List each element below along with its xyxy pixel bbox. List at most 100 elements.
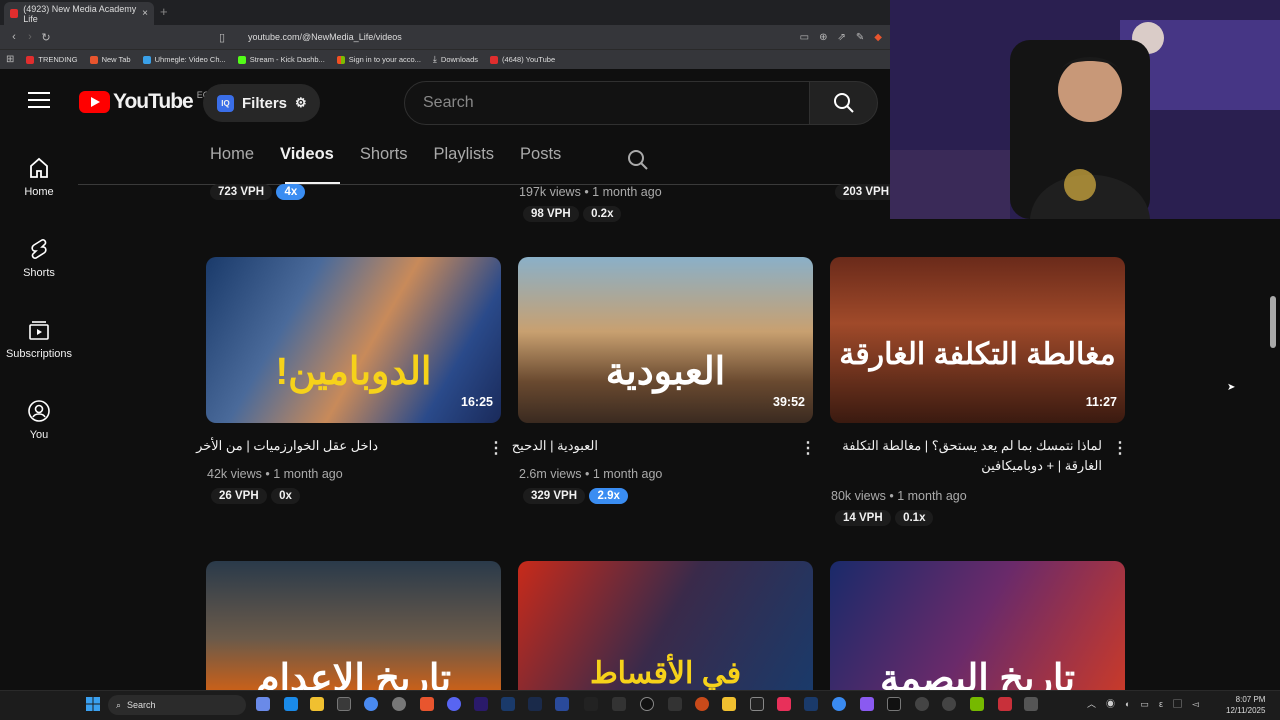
brave-shield-icon[interactable]: ◆ [874, 32, 882, 43]
bookmark-downloads[interactable]: ⤓ Downloads [433, 54, 478, 65]
share-icon[interactable]: ⇗ [838, 32, 846, 43]
zoom-icon[interactable]: ⊕ [819, 32, 827, 43]
upload-age: 1 month ago [273, 467, 343, 481]
search-button[interactable] [809, 81, 878, 125]
browser-tab-strip: (4923) New Media Academy Life × + [0, 0, 890, 25]
new-tab-button[interactable]: + [160, 4, 168, 19]
app-4k-2-icon[interactable] [942, 697, 956, 711]
edge-icon[interactable] [284, 697, 298, 711]
browser-tab[interactable]: (4923) New Media Academy Life × [4, 2, 154, 25]
lightroom-icon[interactable] [528, 697, 542, 711]
page-scrollbar[interactable] [1270, 296, 1276, 348]
settings-icon[interactable] [392, 697, 406, 711]
url-field[interactable]: youtube.com/@NewMedia_Life/videos [248, 32, 402, 42]
youtube-icon [490, 55, 499, 64]
taskbar-clock[interactable]: 8:07 PM 12/11/2025 [1226, 694, 1265, 716]
video-thumbnail[interactable]: تاريخ الإعدام [206, 561, 501, 690]
prev-video-2-meta: 197k views • 1 month ago [519, 185, 662, 199]
back-icon[interactable]: ‹ [6, 31, 22, 43]
chrome-icon[interactable] [364, 697, 378, 711]
brave-icon[interactable] [420, 697, 434, 711]
search-input[interactable]: Search [404, 81, 810, 125]
upload-age: 1 month ago [592, 467, 663, 481]
prev-video-3-stats: 203 VPH [835, 182, 898, 200]
tiktok-studio-icon[interactable] [777, 697, 791, 711]
app-le-icon[interactable] [612, 697, 626, 711]
bookmark-label: New Tab [101, 55, 131, 64]
video-stats: 26 VPH 0x [211, 486, 300, 504]
close-tab-icon[interactable]: × [142, 8, 148, 19]
copilot-icon[interactable] [256, 697, 270, 711]
taskbar-search[interactable]: ⌕ Search [108, 695, 246, 715]
tab-playlists[interactable]: Playlists [434, 145, 495, 164]
photoshop-icon[interactable] [501, 697, 515, 711]
reload-icon[interactable]: ↻ [38, 31, 54, 44]
video-title[interactable]: العبودية | الدحيح [338, 436, 598, 456]
sidebar-label: You [29, 429, 49, 441]
sidebar-label: Subscriptions [5, 348, 73, 360]
bookmark-icon[interactable]: ▯ [214, 31, 230, 44]
nvidia-icon[interactable] [970, 697, 984, 711]
app-4k-icon[interactable] [915, 697, 929, 711]
app-purple-icon[interactable] [860, 697, 874, 711]
cast-icon[interactable]: ▭ [800, 32, 809, 43]
app-r-icon[interactable] [722, 697, 736, 711]
channel-search-icon[interactable] [626, 148, 650, 172]
discord-icon[interactable] [447, 697, 461, 711]
thumbnail-text: تاريخ الإعدام [255, 658, 452, 690]
menu-icon[interactable] [28, 92, 50, 112]
premiere-icon[interactable] [474, 697, 488, 711]
system-tray[interactable]: ︿◉◐▭ε▢◅ [1087, 697, 1209, 710]
sidebar-label: Shorts [23, 267, 55, 279]
tiktok-icon[interactable] [887, 697, 901, 711]
app-m-icon[interactable] [750, 697, 764, 711]
mail-icon[interactable] [555, 697, 569, 711]
filters-button[interactable]: IQ Filters ⚙ [203, 84, 320, 122]
bookmark-uhmegle[interactable]: Uhmegle: Video Ch... [142, 55, 226, 64]
windows-start-icon[interactable] [86, 697, 100, 716]
vph-badge: 26 VPH [211, 488, 267, 504]
app-blue-icon[interactable] [832, 697, 846, 711]
more-options-icon[interactable]: ⋮ [1112, 438, 1128, 458]
extensions-icon[interactable]: ✎ [856, 32, 864, 43]
video-title[interactable]: لماذا نتمسك بما لم يعد يستحق؟ | مغالطة ا… [830, 436, 1102, 476]
tab-videos[interactable]: Videos [280, 145, 334, 164]
firefox-icon[interactable] [695, 697, 709, 711]
app-x-icon[interactable] [998, 697, 1012, 711]
shorts-icon [31, 239, 47, 259]
obs-icon[interactable] [640, 697, 654, 711]
bookmark-label: Uhmegle: Video Ch... [154, 55, 226, 64]
bookmark-youtube[interactable]: (4648) YouTube [490, 55, 555, 64]
video-thumbnail[interactable]: في الأقساط [518, 561, 813, 690]
epic-games-icon[interactable] [668, 697, 682, 711]
sidebar-item-shorts[interactable]: Shorts [0, 237, 78, 279]
bookmark-trending[interactable]: TRENDING [26, 55, 78, 64]
multiplier-badge: 0.1x [895, 510, 934, 526]
bookmark-new-tab[interactable]: New Tab [89, 55, 131, 64]
file-explorer-icon[interactable] [310, 697, 324, 711]
steam-icon[interactable] [804, 697, 818, 711]
view-count: 2.6m views [519, 467, 582, 481]
tab-home[interactable]: Home [210, 145, 254, 164]
bookmark-signin[interactable]: Sign in to your acco... [336, 55, 421, 64]
app-mm-icon[interactable] [584, 697, 598, 711]
sidebar-item-home[interactable]: Home [0, 156, 78, 198]
more-options-icon[interactable]: ⋮ [800, 438, 816, 458]
forward-icon[interactable]: › [22, 31, 38, 43]
tab-shorts[interactable]: Shorts [360, 145, 408, 164]
sidebar-item-subscriptions[interactable]: Subscriptions [0, 318, 78, 360]
store-icon[interactable] [337, 697, 351, 711]
video-thumbnail[interactable]: الدوبامين! 16:25 [206, 257, 501, 423]
sliders-icon: ⚙ [295, 95, 307, 110]
tab-posts[interactable]: Posts [520, 145, 561, 164]
video-thumbnail[interactable]: العبودية 39:52 [518, 257, 813, 423]
sidebar-item-you[interactable]: You [0, 399, 78, 441]
multiplier-badge: 0.2x [583, 206, 622, 222]
bookmark-kick[interactable]: Stream - Kick Dashb... [237, 55, 325, 64]
prev-video-1-stats: 723 VPH 4x [210, 182, 306, 200]
youtube-logo[interactable]: YouTube EG [79, 90, 210, 114]
video-thumbnail[interactable]: مغالطة التكلفة الغارقة 11:27 [830, 257, 1125, 423]
video-thumbnail[interactable]: تاريخ البصمة [830, 561, 1125, 690]
apps-icon[interactable]: ⊞ [6, 54, 14, 65]
app-active-icon[interactable] [1024, 697, 1038, 711]
